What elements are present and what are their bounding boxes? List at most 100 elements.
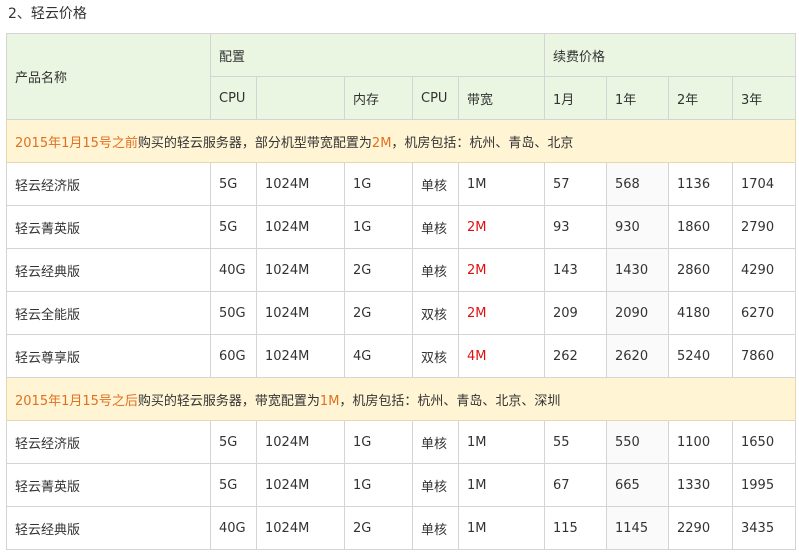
cell-price-3-year: 4290: [732, 248, 797, 292]
cell-price-3-year: 3435: [732, 506, 797, 550]
cell-bandwidth: 1M: [457, 506, 546, 550]
note-text-tail: ，机房包括：杭州、青岛、北京: [391, 135, 574, 151]
cell-price-3-year: 1704: [732, 162, 797, 206]
header-renewal-group: 续费价格: [544, 33, 797, 77]
cell-cpu: 双核: [412, 291, 459, 335]
cell-price-2-year: 1136: [668, 162, 734, 206]
table-row: 轻云全能版 50G 1024M 2G 双核 2M 209 2090 4180 6…: [6, 291, 797, 335]
note-date: 2015年1月15号之前: [15, 135, 138, 151]
cell-disk: 5G: [210, 205, 257, 249]
header-col-1-month: 1月: [544, 76, 608, 120]
cell-memory: 1024M: [256, 291, 345, 335]
cell-price-2-year: 1100: [668, 420, 734, 464]
table-row: 轻云尊享版 60G 1024M 4G 双核 4M 262 2620 5240 7…: [6, 334, 797, 378]
pricing-table: 产品名称 配置 续费价格 CPU 内存 CPU 带宽 1月 1年 2年 3年 2…: [5, 33, 797, 550]
cell-product-name: 轻云全能版: [6, 291, 211, 335]
cell-price-1-year: 1430: [606, 248, 670, 292]
cell-product-name: 轻云菁英版: [6, 463, 211, 507]
note-row: 2015年1月15号之后购买的轻云服务器，带宽配置为1M，机房包括：杭州、青岛、…: [5, 377, 797, 421]
cell-cpu: 单核: [412, 162, 459, 206]
cell-disk: 60G: [210, 334, 257, 378]
cell-price-1-year: 2620: [606, 334, 670, 378]
cell-product-name: 轻云经典版: [6, 506, 211, 550]
cell-price-2-year: 2860: [668, 248, 734, 292]
cell-price-1-year: 568: [606, 162, 670, 206]
note-text: 购买的轻云服务器，带宽配置为: [137, 393, 320, 409]
header-col-1-year: 1年: [606, 76, 670, 120]
cell-bandwidth: 4M: [457, 334, 546, 378]
cell-cpu: 双核: [412, 334, 459, 378]
cell-cpu: 单核: [412, 506, 459, 550]
cell-ram: 1G: [344, 420, 413, 464]
cell-memory: 1024M: [256, 248, 345, 292]
cell-memory: 1024M: [256, 334, 345, 378]
cell-ram: 1G: [344, 205, 413, 249]
cell-disk: 5G: [210, 463, 257, 507]
cell-product-name: 轻云菁英版: [6, 205, 211, 249]
cell-ram: 2G: [344, 291, 413, 335]
note-highlight: 2M: [371, 135, 392, 151]
cell-bandwidth: 2M: [457, 248, 546, 292]
cell-price-3-year: 6270: [732, 291, 797, 335]
section-title: 2、轻云价格: [8, 6, 87, 22]
header-col-cpu: CPU: [412, 76, 459, 120]
cell-price-2-year: 4180: [668, 291, 734, 335]
cell-disk: 40G: [210, 248, 257, 292]
cell-bandwidth: 2M: [457, 205, 546, 249]
note-text: 购买的轻云服务器，部分机型带宽配置为: [137, 135, 372, 151]
table-row: 轻云经济版 5G 1024M 1G 单核 1M 55 550 1100 1650: [6, 420, 797, 464]
cell-ram: 1G: [344, 463, 413, 507]
cell-price-1-year: 2090: [606, 291, 670, 335]
cell-price-1-month: 209: [544, 291, 608, 335]
cell-disk: 50G: [210, 291, 257, 335]
cell-price-2-year: 2290: [668, 506, 734, 550]
table-row: 轻云菁英版 5G 1024M 1G 单核 2M 93 930 1860 2790: [6, 205, 797, 249]
cell-product-name: 轻云尊享版: [6, 334, 211, 378]
header-config-group: 配置: [209, 33, 546, 77]
cell-price-1-month: 143: [544, 248, 608, 292]
header-col-disk: CPU: [210, 76, 257, 120]
cell-memory: 1024M: [256, 205, 345, 249]
cell-cpu: 单核: [412, 420, 459, 464]
cell-memory: 1024M: [256, 162, 345, 206]
header-product-name: 产品名称: [6, 33, 211, 120]
cell-ram: 2G: [344, 506, 413, 550]
note-highlight: 1M: [319, 393, 340, 409]
cell-disk: 5G: [210, 162, 257, 206]
cell-price-2-year: 1860: [668, 205, 734, 249]
header-col-ram: 内存: [344, 76, 413, 120]
cell-price-3-year: 7860: [732, 334, 797, 378]
cell-price-3-year: 1995: [732, 463, 797, 507]
cell-product-name: 轻云经济版: [6, 162, 211, 206]
note-cell: 2015年1月15号之前购买的轻云服务器，部分机型带宽配置为2M，机房包括：杭州…: [5, 119, 797, 163]
table-row: 轻云经济版 5G 1024M 1G 单核 1M 57 568 1136 1704: [6, 162, 797, 206]
cell-price-1-month: 115: [544, 506, 608, 550]
note-row: 2015年1月15号之前购买的轻云服务器，部分机型带宽配置为2M，机房包括：杭州…: [5, 119, 797, 163]
cell-cpu: 单核: [412, 248, 459, 292]
cell-ram: 1G: [344, 162, 413, 206]
table-row: 轻云菁英版 5G 1024M 1G 单核 1M 67 665 1330 1995: [6, 463, 797, 507]
cell-disk: 40G: [210, 506, 257, 550]
cell-price-1-year: 1145: [606, 506, 670, 550]
header-col-3-year: 3年: [732, 76, 797, 120]
cell-ram: 4G: [344, 334, 413, 378]
cell-price-1-month: 262: [544, 334, 608, 378]
cell-cpu: 单核: [412, 205, 459, 249]
cell-bandwidth: 1M: [457, 162, 546, 206]
note-text-tail: ，机房包括：杭州、青岛、北京、深圳: [339, 393, 561, 409]
header-col-memory: [256, 76, 345, 120]
cell-price-2-year: 1330: [668, 463, 734, 507]
cell-price-1-month: 55: [544, 420, 608, 464]
header-col-2-year: 2年: [668, 76, 734, 120]
cell-price-3-year: 1650: [732, 420, 797, 464]
cell-disk: 5G: [210, 420, 257, 464]
cell-price-3-year: 2790: [732, 205, 797, 249]
note-cell: 2015年1月15号之后购买的轻云服务器，带宽配置为1M，机房包括：杭州、青岛、…: [5, 377, 797, 421]
cell-product-name: 轻云经济版: [6, 420, 211, 464]
header-col-bandwidth: 带宽: [457, 76, 546, 120]
cell-bandwidth: 1M: [457, 463, 546, 507]
cell-price-2-year: 5240: [668, 334, 734, 378]
cell-bandwidth: 1M: [457, 420, 546, 464]
header-row-group: 产品名称 配置 续费价格: [6, 33, 797, 120]
cell-price-1-month: 93: [544, 205, 608, 249]
